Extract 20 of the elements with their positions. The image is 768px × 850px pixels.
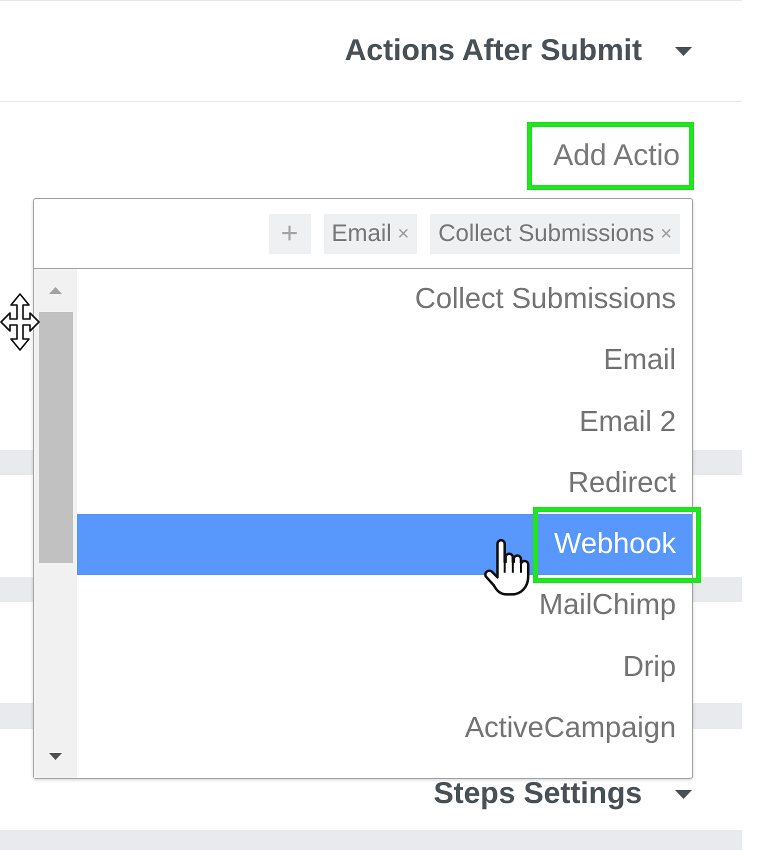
section-title[interactable]: Steps Settings [434, 779, 642, 809]
tag-remove-button[interactable]: × [660, 222, 672, 244]
dropdown-option[interactable]: Email [77, 330, 692, 392]
caret-down-icon[interactable] [675, 790, 692, 799]
tag-remove-button[interactable]: × [398, 222, 410, 244]
dropdown-option[interactable]: Email 2 [77, 392, 692, 453]
tag-label: Email [332, 220, 392, 248]
dropdown-option[interactable]: Collect Submissions [77, 269, 692, 330]
dropdown-option[interactable]: Webhook [77, 514, 692, 576]
dropdown-option[interactable]: Drip [77, 636, 692, 698]
dropdown-option[interactable]: ActiveCampaign [77, 698, 692, 760]
caret-down-icon[interactable] [675, 46, 692, 56]
section-title[interactable]: Actions After Submit [344, 36, 642, 66]
dropdown-option[interactable]: MailChimp [77, 575, 692, 637]
scroll-down-arrow-icon[interactable] [49, 753, 62, 760]
tag-label: Collect Submissions [438, 220, 654, 248]
dropdown-option[interactable]: Redirect [77, 452, 692, 514]
field-label: Add Actio [553, 139, 680, 173]
scrollbar-thumb[interactable] [39, 312, 73, 563]
scrollbar[interactable] [34, 269, 77, 778]
